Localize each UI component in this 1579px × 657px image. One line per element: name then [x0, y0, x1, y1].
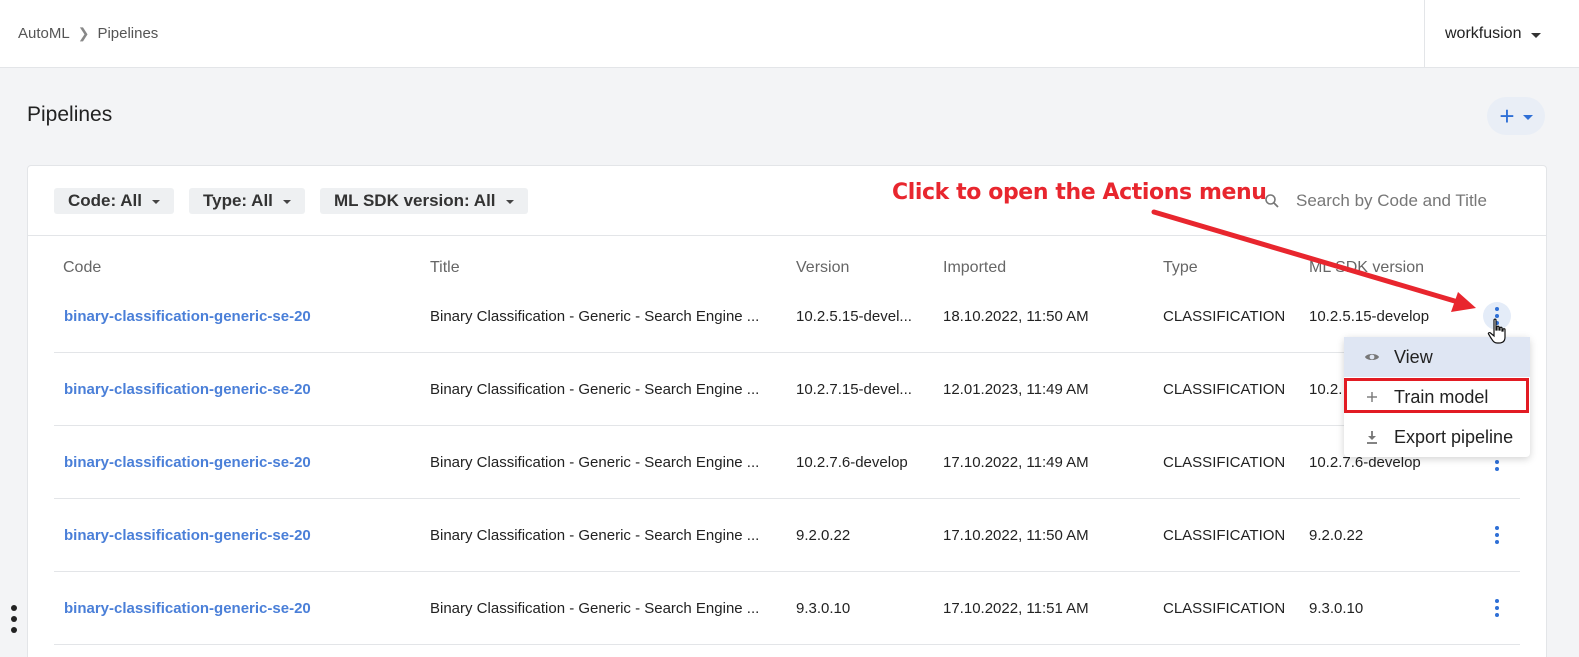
menu-item-label: Train model — [1394, 386, 1489, 407]
side-menu-toggle[interactable] — [10, 605, 18, 633]
kebab-dot — [11, 605, 17, 611]
kebab-dot — [11, 616, 17, 622]
menu-item-label: Export pipeline — [1394, 426, 1514, 447]
eye-icon — [1365, 354, 1379, 360]
download-icon — [1367, 431, 1377, 444]
menu-item-train-model[interactable]: Train model — [1344, 377, 1530, 417]
actions-menu: View Train model Export pipeline — [1344, 337, 1530, 457]
menu-item-label: View — [1394, 346, 1433, 367]
kebab-dot — [11, 627, 17, 633]
menu-item-export-pipeline[interactable]: Export pipeline — [1344, 417, 1530, 457]
hand-cursor-icon — [1487, 318, 1506, 344]
annotation-arrow — [1151, 209, 1476, 312]
plus-icon — [1367, 392, 1377, 402]
